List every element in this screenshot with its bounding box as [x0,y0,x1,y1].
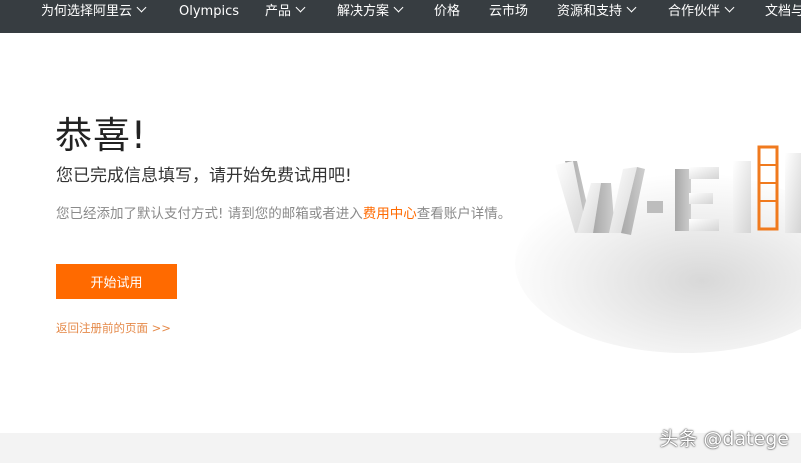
start-trial-button[interactable]: 开始试用 [56,264,177,299]
return-previous-page-link[interactable]: 返回注册前的页面 >> [56,320,171,336]
nav-item-olympics[interactable]: Olympics [179,0,239,26]
chevron-down-icon [295,2,306,13]
nav-item-partners[interactable]: 合作伙伴 [668,0,735,26]
nav-item-solutions[interactable]: 解决方案 [337,0,404,26]
billing-center-link[interactable]: 费用中心 [363,206,417,222]
chevron-down-icon [626,2,637,13]
dash-shape [647,201,663,213]
nav-item-products[interactable]: 产品 [265,0,306,26]
nav-item-marketplace[interactable]: 云市场 [489,0,528,26]
chevron-down-icon [724,2,735,13]
top-navigation: 为何选择阿里云 Olympics 产品 解决方案 价格 云市场 资源和支持 合作… [0,0,801,33]
letter-e-shape [675,167,719,231]
main-content: 恭喜! 您已完成信息填写，请开始免费试用吧! 您已经添加了默认支付方式! 请到您… [0,33,801,433]
watermark-text: 头条 @datege [659,428,789,450]
page-subtitle: 您已完成信息填写，请开始免费试用吧! [56,166,352,186]
page-title: 恭喜! [55,114,147,157]
hero-3d-letters-illustration [515,145,801,353]
nav-item-why-aliyun[interactable]: 为何选择阿里云 [41,0,147,26]
chevron-down-icon [136,2,147,13]
chevron-down-icon [393,2,404,13]
nav-item-docs[interactable]: 文档与 [765,0,801,26]
nav-item-pricing[interactable]: 价格 [434,0,460,26]
nav-item-resources-support[interactable]: 资源和支持 [557,0,637,26]
payment-description: 您已经添加了默认支付方式! 请到您的邮箱或者进入费用中心查看账户详情。 [56,206,512,222]
